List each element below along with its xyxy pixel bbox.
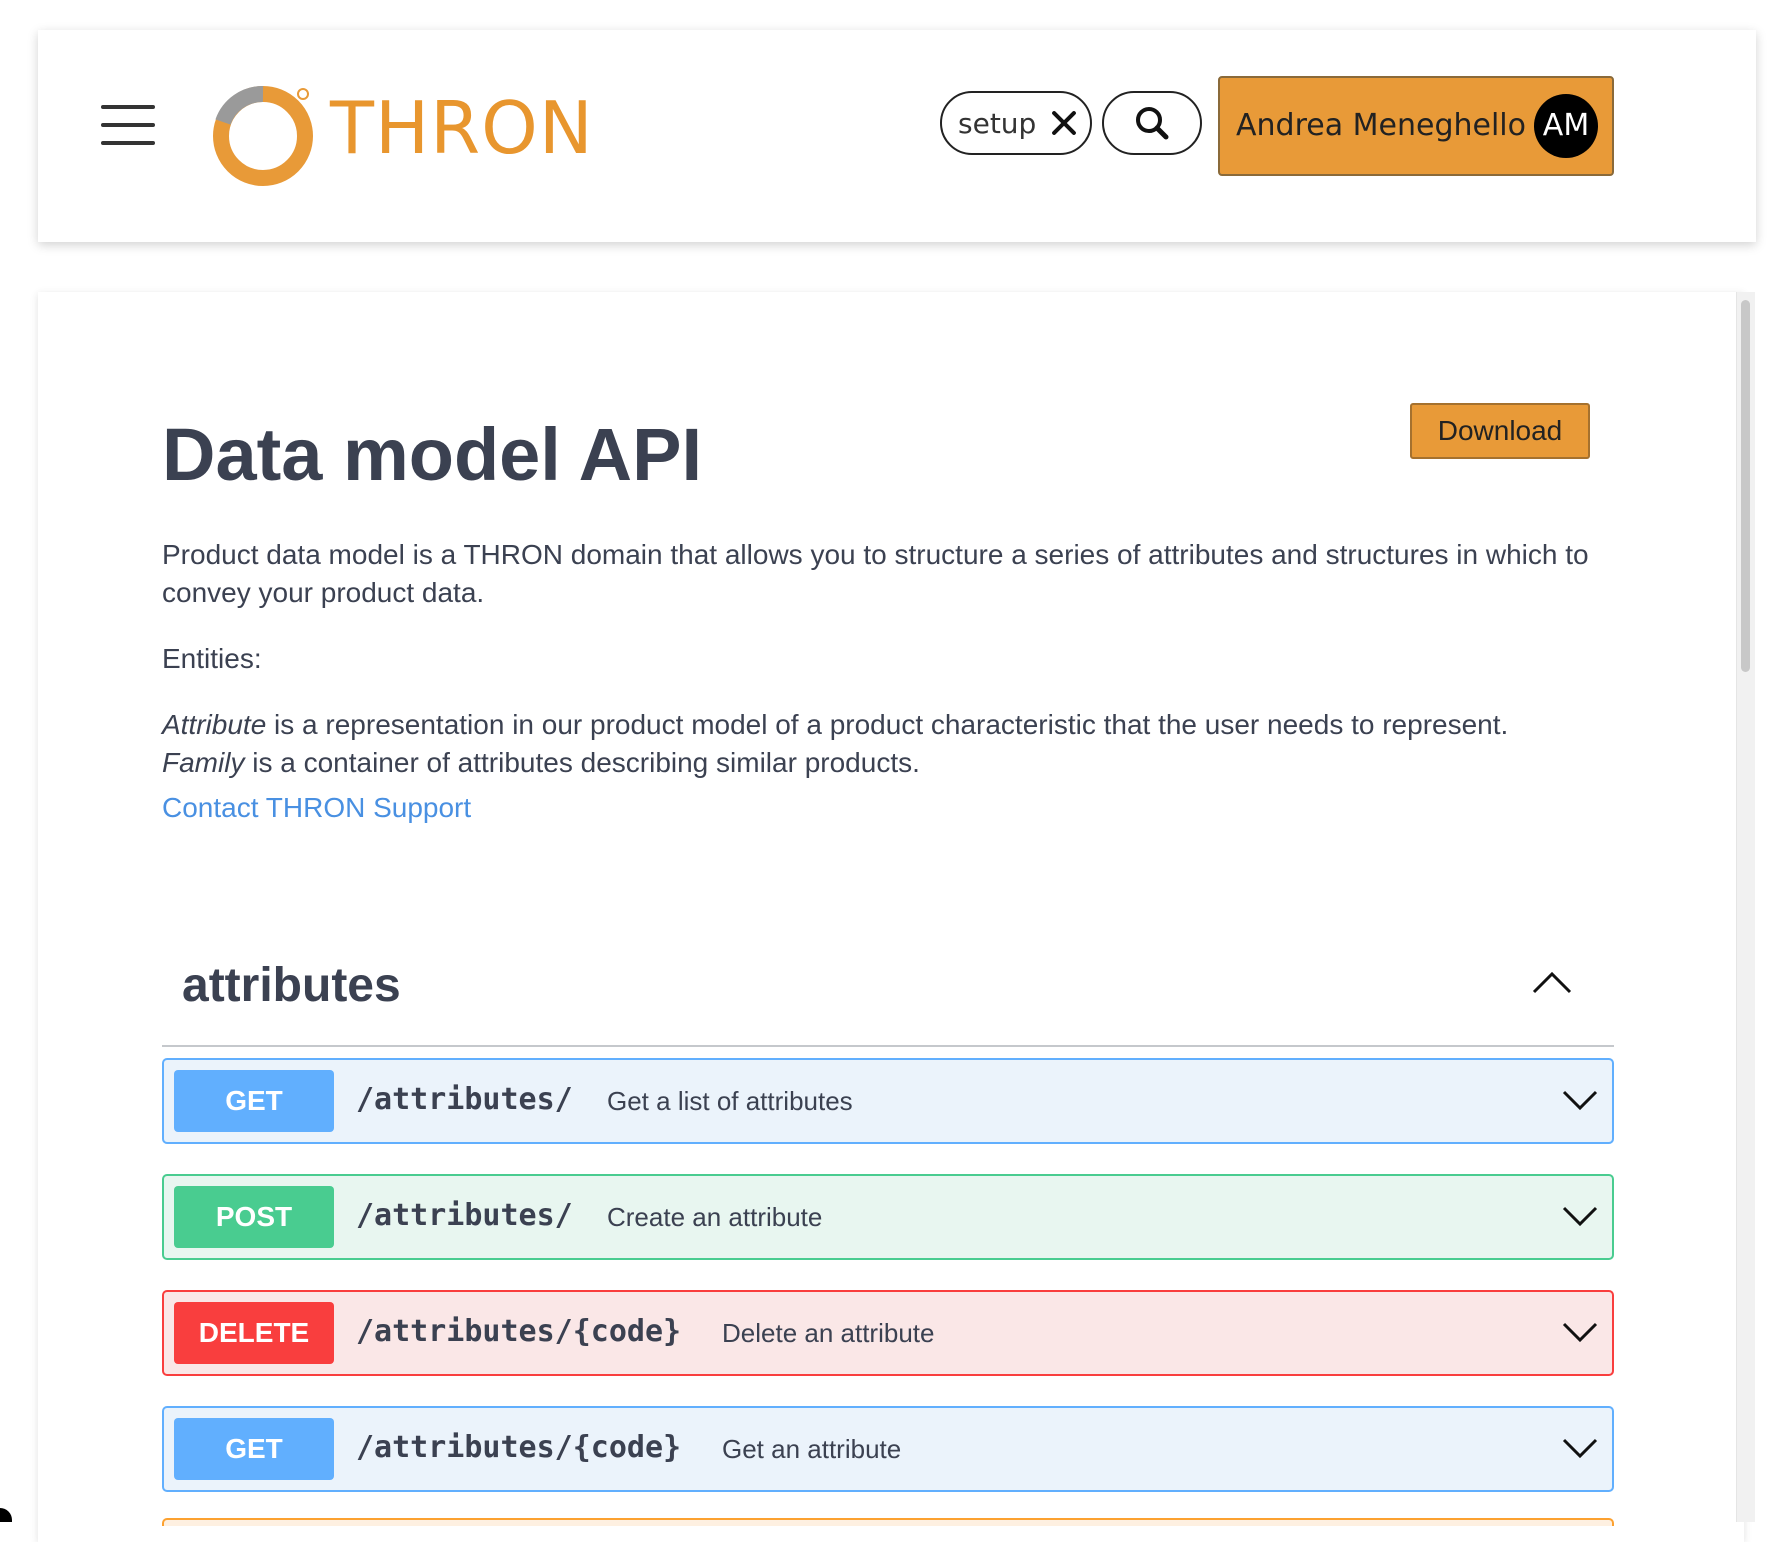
section-title[interactable]: attributes <box>182 958 401 1013</box>
description-text: Product data model is a THRON domain tha… <box>162 539 1589 608</box>
operation-row[interactable]: DELETE /attributes/{code} Delete an attr… <box>162 1290 1614 1376</box>
search-button[interactable] <box>1102 91 1202 155</box>
user-name: Andrea Meneghello <box>1236 108 1526 143</box>
chevron-down-icon[interactable] <box>1560 1318 1600 1346</box>
operation-row[interactable]: GET /attributes/{code} Get an attribute <box>162 1406 1614 1492</box>
section-divider <box>162 1045 1614 1047</box>
operation-row[interactable]: GET /attributes/ Get a list of attribute… <box>162 1058 1614 1144</box>
search-chip-label: setup <box>958 106 1037 140</box>
chevron-down-icon[interactable] <box>1560 1202 1600 1230</box>
method-badge: GET <box>174 1418 334 1480</box>
family-term: Family <box>162 747 245 778</box>
method-badge: GET <box>174 1070 334 1132</box>
top-navigation-bar: THRON setup Andrea Meneghello AM <box>38 30 1756 242</box>
attribute-description: is a representation in our product model… <box>266 709 1509 740</box>
family-definition: Family is a container of attributes desc… <box>162 744 920 782</box>
logo-text: THRON <box>330 86 594 170</box>
user-menu-button[interactable]: Andrea Meneghello AM <box>1218 76 1614 176</box>
contact-support-link[interactable]: Contact THRON Support <box>162 792 471 824</box>
entities-label: Entities: <box>162 643 262 674</box>
operation-path: /attributes/ <box>356 1198 573 1233</box>
search-filter-chip[interactable]: setup <box>940 91 1092 155</box>
operation-summary: Create an attribute <box>607 1202 823 1232</box>
operation-path: /attributes/{code} <box>356 1430 682 1465</box>
scrollbar-thumb[interactable] <box>1741 300 1750 672</box>
download-button[interactable]: Download <box>1410 403 1590 459</box>
operation-summary: Get an attribute <box>722 1434 902 1464</box>
method-badge: POST <box>174 1186 334 1248</box>
method-badge: DELETE <box>174 1302 334 1364</box>
api-description: Product data model is a THRON domain tha… <box>162 536 1622 612</box>
attribute-definition: Attribute is a representation in our pro… <box>162 706 1508 744</box>
chevron-up-icon[interactable] <box>1530 968 1574 998</box>
family-description: is a container of attributes describing … <box>244 747 920 778</box>
search-icon <box>1136 107 1169 140</box>
operation-path: /attributes/{code} <box>356 1314 682 1349</box>
operation-row-partial[interactable] <box>162 1518 1614 1526</box>
menu-icon[interactable] <box>101 105 155 145</box>
clear-search-icon[interactable] <box>1050 109 1078 137</box>
page-title: Data model API <box>162 413 703 496</box>
operation-summary: Delete an attribute <box>722 1318 935 1348</box>
avatar: AM <box>1534 94 1598 158</box>
chevron-down-icon[interactable] <box>1560 1434 1600 1462</box>
chevron-down-icon[interactable] <box>1560 1086 1600 1114</box>
operation-row[interactable]: POST /attributes/ Create an attribute <box>162 1174 1614 1260</box>
operation-summary: Get a list of attributes <box>607 1086 853 1116</box>
attribute-term: Attribute <box>162 709 267 740</box>
operation-path: /attributes/ <box>356 1082 573 1117</box>
